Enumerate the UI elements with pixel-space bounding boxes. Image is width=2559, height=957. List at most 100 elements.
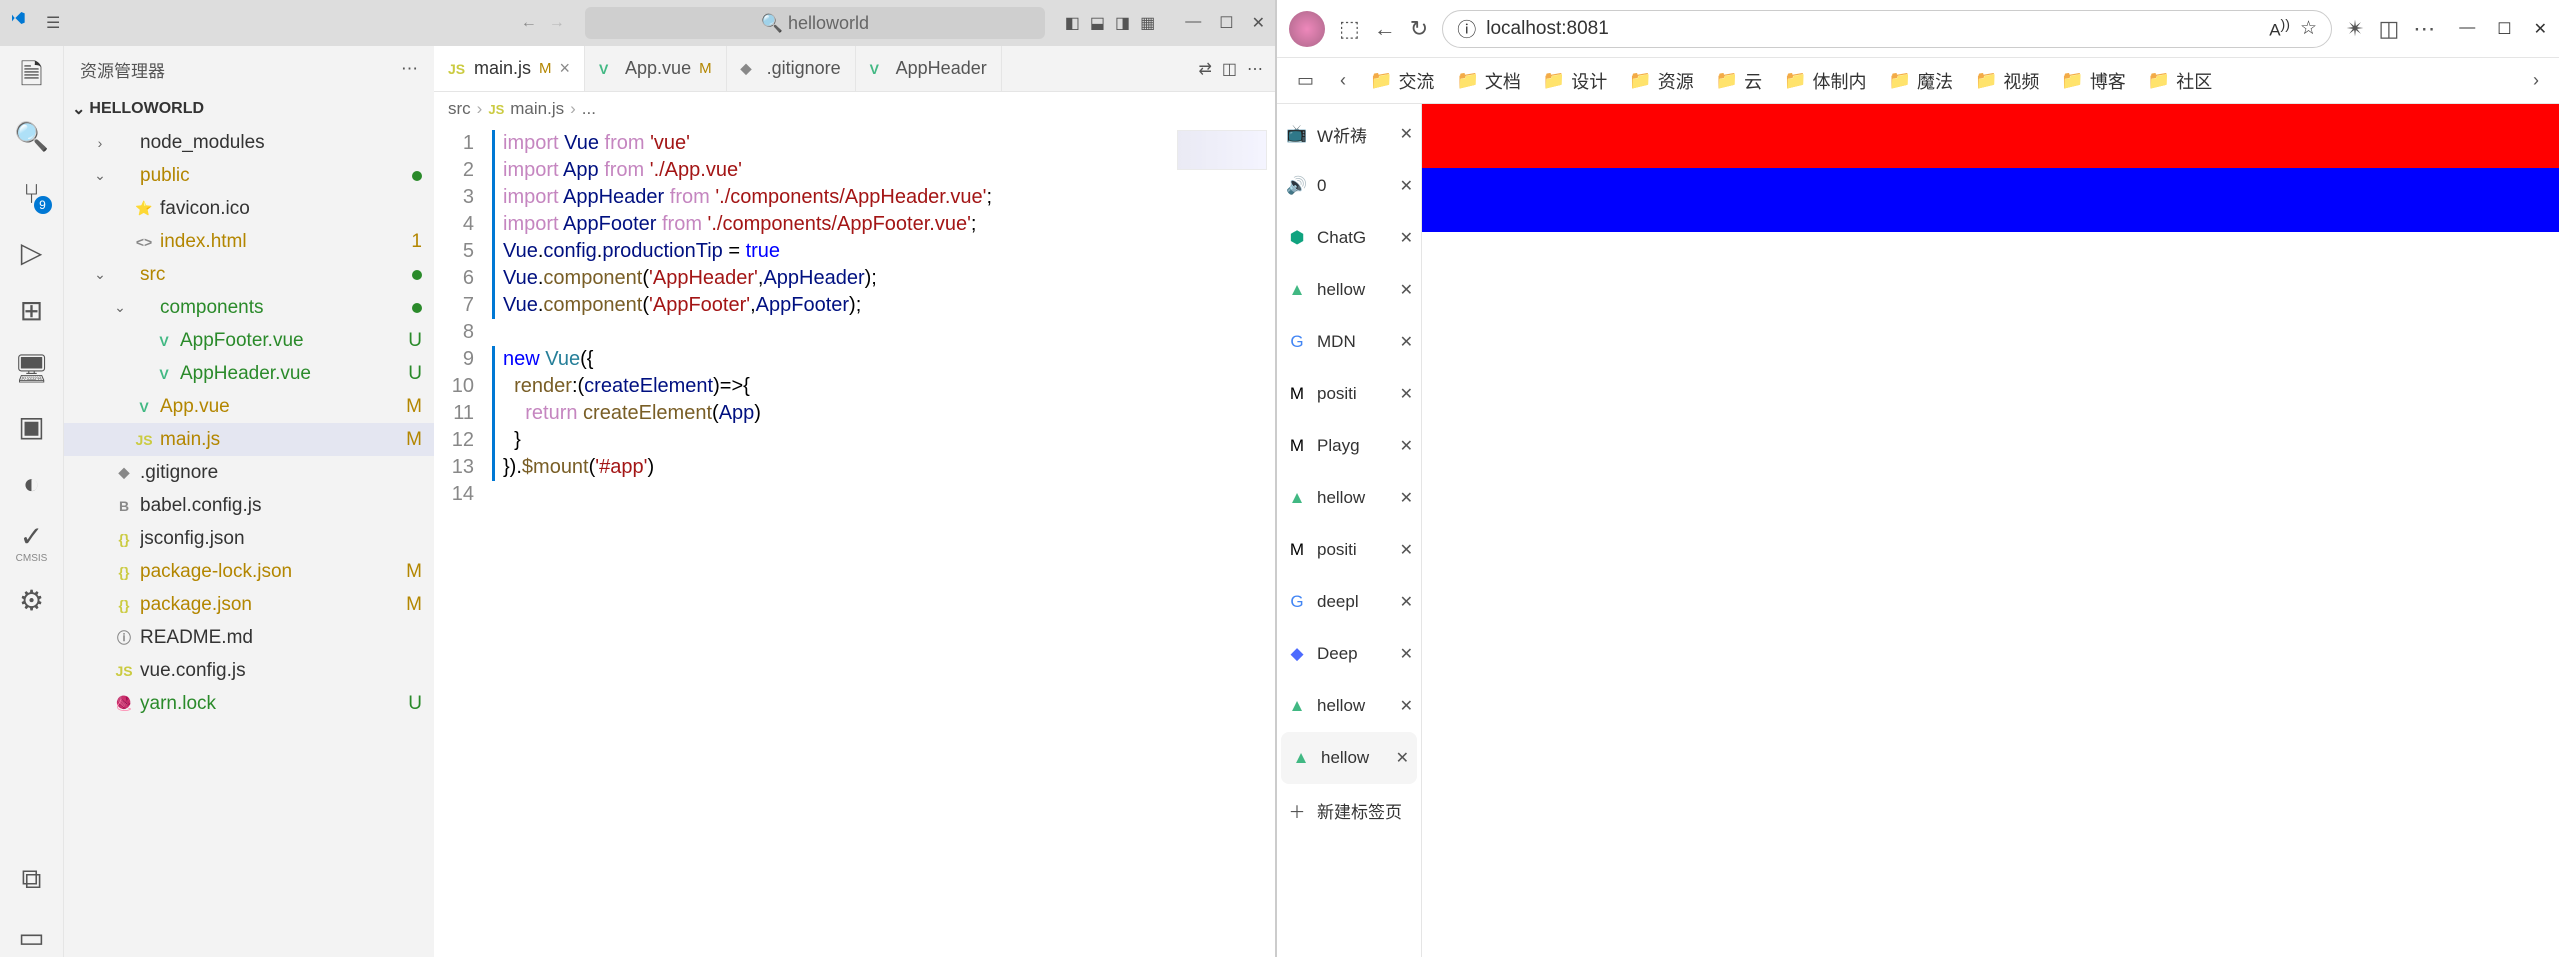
nav-back-icon[interactable]: ← — [521, 14, 537, 32]
tree-item[interactable]: JSvue.config.js — [64, 654, 434, 687]
run-debug-icon[interactable]: ▷ — [12, 232, 52, 272]
hamburger-menu-icon[interactable]: ☰ — [46, 13, 60, 33]
vertical-tab[interactable]: Mpositi✕ — [1277, 524, 1421, 576]
tree-item[interactable]: VApp.vueM — [64, 390, 434, 423]
minimap[interactable] — [1177, 130, 1267, 170]
minimize-icon[interactable]: — — [2459, 19, 2475, 39]
tab-actions-icon[interactable]: ▭ — [1287, 66, 1324, 95]
code-line[interactable]: Vue.component('AppHeader',AppHeader); — [492, 265, 1275, 292]
vertical-tab[interactable]: GMDN✕ — [1277, 316, 1421, 368]
tree-item[interactable]: ⌄components — [64, 291, 434, 324]
close-icon[interactable]: ✕ — [2534, 19, 2547, 39]
tab-close-icon[interactable]: ✕ — [1400, 436, 1413, 456]
vertical-tab[interactable]: 🔊0✕ — [1277, 160, 1421, 212]
code-line[interactable]: }).$mount('#app') — [492, 454, 1275, 481]
layout-sidebar-right-icon[interactable]: ◨ — [1115, 13, 1130, 33]
tab-close-icon[interactable]: ✕ — [1400, 280, 1413, 300]
minimize-icon[interactable]: — — [1185, 13, 1201, 33]
explorer-icon[interactable]: 🗎 — [12, 58, 52, 98]
refresh-icon[interactable]: ↻ — [1410, 16, 1428, 42]
tab-close-icon[interactable]: ✕ — [1400, 332, 1413, 352]
bookmark-folder[interactable]: 📁设计 — [1535, 64, 1615, 98]
remote-icon[interactable]: 🖥 — [12, 348, 52, 388]
vertical-tab[interactable]: 📺W祈祷✕ — [1277, 108, 1421, 160]
split-screen-icon[interactable]: ◫ — [2378, 16, 2399, 42]
vertical-tab[interactable]: Mpositi✕ — [1277, 368, 1421, 420]
settings-gear-icon[interactable]: ⚙ — [12, 580, 52, 620]
extensions-icon[interactable]: ⊞ — [12, 290, 52, 330]
tree-item[interactable]: ◆.gitignore — [64, 456, 434, 489]
maximize-icon[interactable]: ☐ — [1219, 13, 1233, 33]
new-tab-button[interactable]: ＋新建标签页 — [1277, 784, 1421, 836]
close-icon[interactable]: ✕ — [1252, 13, 1265, 33]
breadcrumb-segment[interactable]: main.js — [510, 99, 564, 119]
code-line[interactable]: render:(createElement)=>{ — [492, 373, 1275, 400]
vertical-tab[interactable]: ◆Deep✕ — [1277, 628, 1421, 680]
code-line[interactable]: import AppHeader from './components/AppH… — [492, 184, 1275, 211]
vertical-tab[interactable]: MPlayg✕ — [1277, 420, 1421, 472]
tab-close-icon[interactable]: ✕ — [1400, 228, 1413, 248]
tab-close-icon[interactable]: ✕ — [1400, 124, 1413, 144]
vertical-tab[interactable]: ⬢ChatG✕ — [1277, 212, 1421, 264]
code-line[interactable]: Vue.config.productionTip = true — [492, 238, 1275, 265]
tab-close-icon[interactable]: ✕ — [1400, 696, 1413, 716]
tree-item[interactable]: Bbabel.config.js — [64, 489, 434, 522]
compare-icon[interactable]: ⇄ — [1198, 59, 1211, 79]
nav-forward-icon[interactable]: → — [549, 14, 565, 32]
bookmark-folder[interactable]: 📁资源 — [1621, 64, 1701, 98]
tab-close-icon[interactable]: ✕ — [1396, 748, 1409, 768]
breadcrumb-segment[interactable]: ... — [582, 99, 596, 119]
code-line[interactable]: return createElement(App) — [492, 400, 1275, 427]
command-center[interactable]: 🔍 helloworld — [585, 7, 1045, 39]
tree-item[interactable]: ›node_modules — [64, 126, 434, 159]
vertical-tab[interactable]: ▲hellow✕ — [1277, 472, 1421, 524]
tab-close-icon[interactable]: ✕ — [1400, 644, 1413, 664]
tab-close-icon[interactable]: ✕ — [1400, 540, 1413, 560]
source-control-icon[interactable]: ⑂9 — [12, 174, 52, 214]
address-bar[interactable]: ⓘ localhost:8081 A)) ☆ — [1442, 10, 2332, 48]
chip-icon[interactable]: ▣ — [12, 406, 52, 446]
editor-tab[interactable]: VApp.vueM — [585, 46, 727, 91]
search-activity-icon[interactable]: 🔍 — [12, 116, 52, 156]
layout-panel-icon[interactable]: ⬓ — [1090, 13, 1105, 33]
code-line[interactable] — [492, 481, 1275, 508]
bookmark-folder[interactable]: 📁博客 — [2053, 64, 2133, 98]
code-line[interactable]: import Vue from 'vue' — [492, 130, 1275, 157]
back-icon[interactable]: ← — [1374, 16, 1396, 42]
bookmark-folder[interactable]: 📁魔法 — [1881, 64, 1961, 98]
vertical-tab[interactable]: Gdeepl✕ — [1277, 576, 1421, 628]
read-aloud-icon[interactable]: A)) — [2269, 17, 2290, 41]
vertical-tab[interactable]: ▲hellow✕ — [1277, 680, 1421, 732]
tab-more-icon[interactable]: ⋯ — [1247, 59, 1263, 79]
extensions-puzzle-icon[interactable]: ✴ — [2346, 16, 2364, 42]
layout-sidebar-left-icon[interactable]: ◧ — [1065, 13, 1080, 33]
bookmark-folder[interactable]: 📁云 — [1708, 64, 1770, 98]
sidebar-more-icon[interactable]: ⋯ — [401, 59, 418, 79]
tab-close-icon[interactable]: ✕ — [1400, 488, 1413, 508]
tree-item[interactable]: ⌄src — [64, 258, 434, 291]
more-menu-icon[interactable]: ⋯ — [2413, 16, 2435, 42]
tree-item[interactable]: ⓘREADME.md — [64, 621, 434, 654]
vertical-tab[interactable]: ▲hellow✕ — [1281, 732, 1417, 784]
code-lines[interactable]: import Vue from 'vue'import App from './… — [490, 126, 1275, 957]
bookmarks-forward-icon[interactable]: › — [2523, 66, 2549, 95]
tab-close-icon[interactable]: ✕ — [1400, 592, 1413, 612]
bookmark-folder[interactable]: 📁文档 — [1448, 64, 1528, 98]
code-line[interactable] — [492, 319, 1275, 346]
code-line[interactable]: new Vue({ — [492, 346, 1275, 373]
layout-customize-icon[interactable]: ▦ — [1140, 13, 1155, 33]
tree-item[interactable]: <>index.html1 — [64, 225, 434, 258]
split-editor-icon[interactable]: ◫ — [1222, 59, 1237, 79]
bookmark-folder[interactable]: 📁体制内 — [1776, 64, 1874, 98]
editor-tab[interactable]: ◆.gitignore — [727, 46, 856, 91]
info-icon[interactable]: ⓘ — [1457, 15, 1476, 42]
cmsis-icon[interactable]: ✓CMSIS — [12, 522, 52, 562]
tree-item[interactable]: ⌄public — [64, 159, 434, 192]
bookmark-folder[interactable]: 📁社区 — [2140, 64, 2220, 98]
tree-item[interactable]: 🧶yarn.lockU — [64, 687, 434, 720]
tree-item[interactable]: {}package.jsonM — [64, 588, 434, 621]
tree-item[interactable]: JSmain.jsM — [64, 423, 434, 456]
workspace-root[interactable]: ⌄ HELLOWORLD — [64, 92, 434, 126]
tree-item[interactable]: VAppHeader.vueU — [64, 357, 434, 390]
tab-close-icon[interactable]: ✕ — [1400, 384, 1413, 404]
